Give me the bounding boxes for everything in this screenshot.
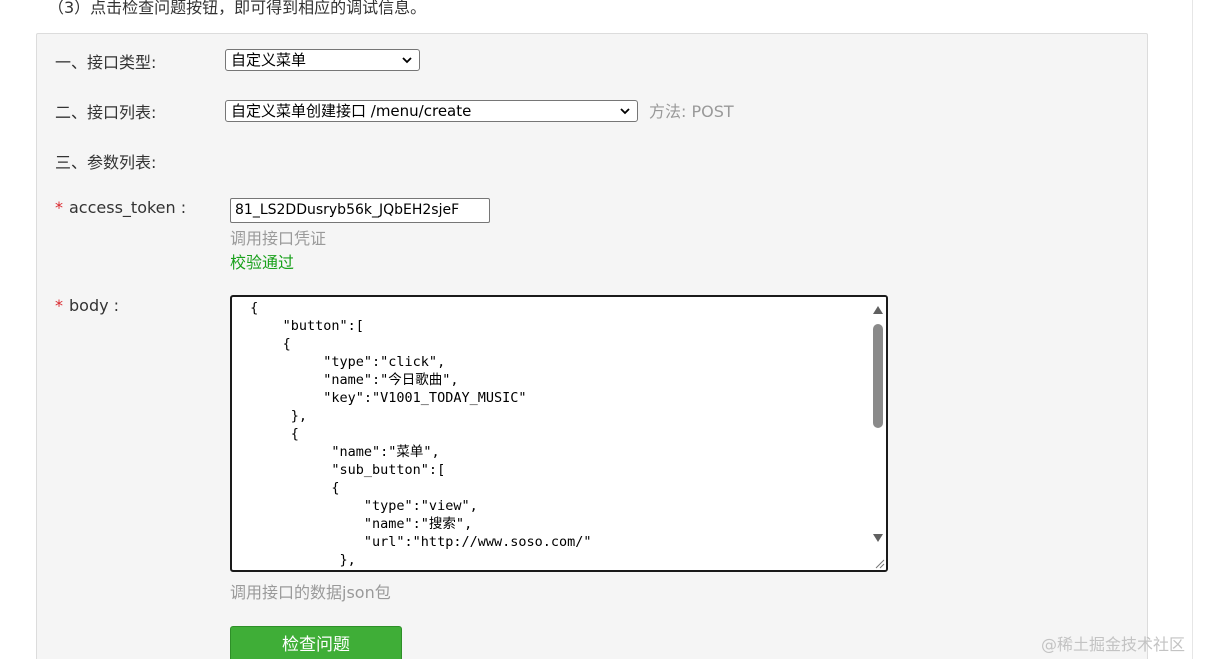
body-label: body :: [69, 296, 120, 315]
access-token-input[interactable]: 81_LS2DDusryb56k_JQbEH2sjeF: [230, 198, 490, 223]
chevron-down-icon: [619, 105, 631, 117]
body-json-content[interactable]: { "button":[ { "type":"click", "name":"今…: [242, 299, 866, 570]
body-hint: 调用接口的数据json包: [230, 583, 391, 602]
intro-note: （3）点击检查问题按钮，即可得到相应的调试信息。: [48, 0, 427, 17]
interface-type-select[interactable]: 自定义菜单: [225, 49, 420, 71]
body-textarea[interactable]: { "button":[ { "type":"click", "name":"今…: [230, 295, 888, 572]
debug-form-panel: 一、接口类型: 自定义菜单 二、接口列表: 自定义菜单创建接口 /menu/cr…: [36, 33, 1148, 659]
http-method: 方法: POST: [649, 102, 734, 121]
interface-list-select[interactable]: 自定义菜单创建接口 /menu/create: [225, 100, 638, 122]
required-mark: *: [55, 198, 63, 217]
access-token-label: access_token :: [69, 198, 187, 217]
interface-type-label: 一、接口类型:: [55, 53, 157, 72]
scroll-thumb[interactable]: [873, 324, 883, 428]
required-mark: *: [55, 296, 63, 315]
scroll-up-arrow-icon[interactable]: [873, 306, 883, 314]
body-scrollbar[interactable]: [870, 297, 886, 554]
validation-status: 校验通过: [230, 253, 295, 272]
param-list-label: 三、参数列表:: [55, 153, 157, 172]
resize-grip-icon[interactable]: [870, 554, 886, 570]
interface-list-value: 自定义菜单创建接口 /menu/create: [231, 102, 472, 120]
access-token-hint: 调用接口凭证: [230, 229, 327, 248]
scroll-down-arrow-icon[interactable]: [873, 534, 883, 542]
interface-type-value: 自定义菜单: [231, 51, 307, 69]
chevron-down-icon: [401, 54, 413, 66]
watermark: @稀土掘金技术社区: [1041, 635, 1186, 654]
access-token-label-row: * access_token :: [55, 198, 186, 217]
check-problem-button[interactable]: 检查问题: [230, 626, 402, 659]
interface-list-label: 二、接口列表:: [55, 103, 157, 122]
body-label-row: * body :: [55, 296, 119, 315]
page-divider: [1192, 0, 1193, 659]
